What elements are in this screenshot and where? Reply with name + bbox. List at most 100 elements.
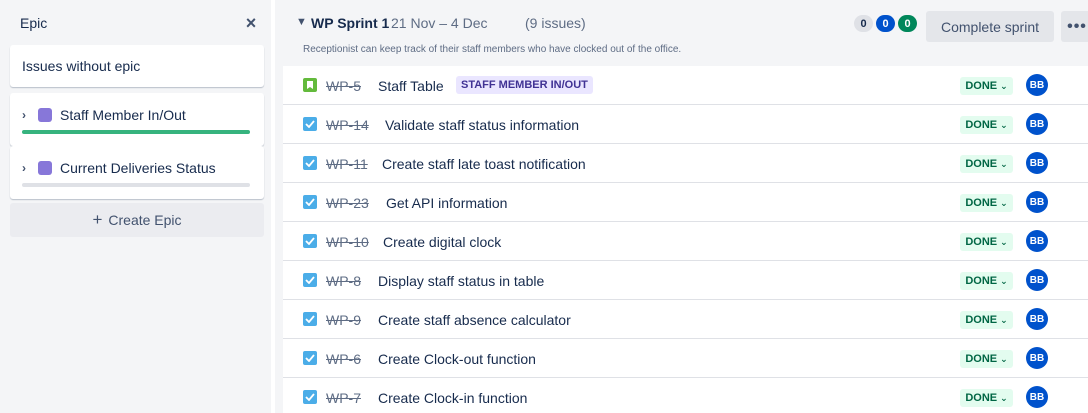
issue-summary: Create staff absence calculator	[378, 312, 571, 328]
issue-key[interactable]: WP-6	[326, 351, 361, 367]
issue-summary: Staff Table	[378, 78, 444, 94]
assignee-avatar[interactable]: BB	[1026, 152, 1048, 174]
assignee-avatar[interactable]: BB	[1026, 113, 1048, 135]
epic-panel-header: Epic ×	[20, 13, 260, 33]
issue-key[interactable]: WP-7	[326, 390, 361, 406]
issues-without-epic-filter[interactable]: Issues without epic	[10, 45, 264, 87]
task-checkbox-icon	[303, 234, 317, 248]
assignee-avatar[interactable]: BB	[1026, 74, 1048, 96]
chevron-down-icon: ⌄	[1000, 275, 1008, 286]
issue-key[interactable]: WP-23	[326, 195, 369, 211]
sprint-header: ▼ WP Sprint 1 21 Nov – 4 Dec (9 issues) …	[275, 0, 1088, 66]
status-label: DONE	[965, 197, 998, 209]
epic-name: Staff Member In/Out	[60, 107, 186, 123]
epic-progress-fill	[22, 130, 250, 134]
chevron-right-icon[interactable]: ›	[22, 161, 36, 175]
task-checkbox-icon	[303, 312, 317, 326]
status-label: DONE	[965, 314, 998, 326]
issue-row[interactable]: WP-11 Create staff late toast notificatio…	[283, 144, 1088, 183]
issue-key[interactable]: WP-14	[326, 117, 369, 133]
status-dropdown[interactable]: DONE ⌄	[960, 350, 1013, 368]
assignee-avatar[interactable]: BB	[1026, 191, 1048, 213]
chevron-down-icon: ⌄	[1000, 197, 1008, 208]
create-epic-button[interactable]: + Create Epic	[10, 203, 264, 237]
task-checkbox-icon	[303, 351, 317, 365]
task-checkbox-icon	[303, 156, 317, 170]
issue-summary: Create Clock-out function	[378, 351, 536, 367]
issue-summary: Display staff status in table	[378, 273, 545, 289]
plus-icon: +	[92, 210, 103, 229]
status-label: DONE	[965, 236, 998, 248]
issue-row[interactable]: WP-6 Create Clock-out function DONE ⌄ BB	[283, 339, 1088, 378]
issue-row[interactable]: WP-9 Create staff absence calculator DONE ⌄…	[283, 300, 1088, 339]
issue-summary: Validate staff status information	[385, 117, 580, 133]
sprint-name[interactable]: WP Sprint 1	[311, 15, 389, 31]
status-dropdown[interactable]: DONE ⌄	[960, 116, 1013, 134]
epic-panel: Epic × Issues without epic › Staff Membe…	[0, 0, 271, 413]
chevron-down-icon: ⌄	[1000, 353, 1008, 364]
issue-list: WP-5 Staff Table STAFF MEMBER IN/OUT DONE ⌄ B…	[283, 66, 1088, 413]
issue-key[interactable]: WP-5	[326, 78, 361, 94]
story-icon	[303, 78, 317, 92]
epic-progress-bar	[22, 130, 250, 134]
sprint-goal: Receptionist can keep track of their sta…	[303, 44, 682, 55]
epic-progress-bar	[22, 183, 250, 187]
status-dropdown[interactable]: DONE ⌄	[960, 389, 1013, 407]
epic-lozenge: STAFF MEMBER IN/OUT	[456, 76, 593, 94]
status-dropdown[interactable]: DONE ⌄	[960, 311, 1013, 329]
status-label: DONE	[965, 275, 998, 287]
epic-color-swatch	[38, 161, 52, 175]
epic-item-current-deliveries-status[interactable]: › Current Deliveries Status	[10, 146, 264, 199]
status-dropdown[interactable]: DONE ⌄	[960, 77, 1013, 95]
assignee-avatar[interactable]: BB	[1026, 308, 1048, 330]
create-epic-label: Create Epic	[108, 212, 182, 228]
status-dropdown[interactable]: DONE ⌄	[960, 272, 1013, 290]
issue-row[interactable]: WP-5 Staff Table STAFF MEMBER IN/OUT DONE ⌄ B…	[283, 66, 1088, 105]
status-label: DONE	[965, 158, 998, 170]
issue-key[interactable]: WP-9	[326, 312, 361, 328]
issue-row[interactable]: WP-7 Create Clock-in function DONE ⌄ BB	[283, 378, 1088, 413]
assignee-avatar[interactable]: BB	[1026, 269, 1048, 291]
epic-name: Current Deliveries Status	[60, 160, 216, 176]
status-label: DONE	[965, 392, 998, 404]
chevron-down-icon: ⌄	[1000, 158, 1008, 169]
status-dropdown[interactable]: DONE ⌄	[960, 233, 1013, 251]
chevron-down-icon[interactable]: ▼	[296, 16, 307, 28]
chevron-right-icon[interactable]: ›	[22, 108, 36, 122]
sprint-panel: ▼ WP Sprint 1 21 Nov – 4 Dec (9 issues) …	[275, 0, 1088, 413]
todo-count-badge: 0	[854, 15, 873, 32]
complete-sprint-button[interactable]: Complete sprint	[926, 11, 1054, 42]
issue-summary: Create Clock-in function	[378, 390, 528, 406]
assignee-avatar[interactable]: BB	[1026, 386, 1048, 408]
issue-row[interactable]: WP-23 Get API information DONE ⌄ BB	[283, 183, 1088, 222]
issue-key[interactable]: WP-10	[326, 234, 369, 250]
issue-row[interactable]: WP-10 Create digital clock DONE ⌄ BB	[283, 222, 1088, 261]
epic-item-staff-member-in-out[interactable]: › Staff Member In/Out	[10, 93, 264, 146]
issue-key[interactable]: WP-11	[326, 156, 368, 172]
assignee-avatar[interactable]: BB	[1026, 230, 1048, 252]
task-checkbox-icon	[303, 390, 317, 404]
status-label: DONE	[965, 119, 998, 131]
issue-row[interactable]: WP-14 Validate staff status information DO…	[283, 105, 1088, 144]
task-checkbox-icon	[303, 195, 317, 209]
status-label: DONE	[965, 353, 998, 365]
in-progress-count-badge: 0	[876, 15, 895, 32]
chevron-down-icon: ⌄	[1000, 314, 1008, 325]
epic-panel-title: Epic	[20, 15, 48, 31]
sprint-status-counts: 0 0 0	[854, 15, 917, 32]
task-checkbox-icon	[303, 273, 317, 287]
close-icon[interactable]: ×	[242, 14, 260, 32]
assignee-avatar[interactable]: BB	[1026, 347, 1048, 369]
issue-summary: Create staff late toast notification	[382, 156, 586, 172]
sprint-dates: 21 Nov – 4 Dec	[391, 15, 488, 31]
epic-color-swatch	[38, 108, 52, 122]
more-actions-button[interactable]: •••	[1061, 11, 1088, 42]
chevron-down-icon: ⌄	[1000, 236, 1008, 247]
issue-row[interactable]: WP-8 Display staff status in table DONE ⌄ BB	[283, 261, 1088, 300]
issue-summary: Get API information	[386, 195, 508, 211]
sprint-issue-count: (9 issues)	[525, 15, 586, 31]
chevron-down-icon: ⌄	[1000, 80, 1008, 91]
status-dropdown[interactable]: DONE ⌄	[960, 194, 1013, 212]
issue-key[interactable]: WP-8	[326, 273, 361, 289]
status-dropdown[interactable]: DONE ⌄	[960, 155, 1013, 173]
